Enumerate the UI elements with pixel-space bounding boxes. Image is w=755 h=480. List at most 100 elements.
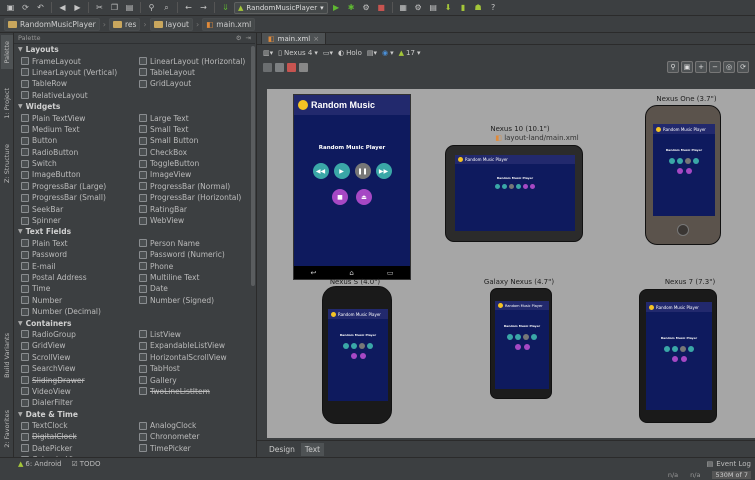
rewind-button[interactable]: ◀◀ — [312, 163, 329, 179]
breadcrumb-layout[interactable]: layout — [149, 17, 193, 31]
tab-text[interactable]: Text — [300, 442, 325, 456]
palette-item[interactable]: SearchView — [14, 363, 132, 374]
tab-android[interactable]: ▲ 6: Android — [18, 460, 62, 468]
nexus10-screen[interactable]: Random Music Player Random Music Player — [455, 155, 575, 231]
palette-item[interactable]: TableRow — [14, 78, 132, 89]
palette-item[interactable]: Plain Text — [14, 238, 132, 249]
sdk-manager-icon[interactable]: ⬇ — [442, 2, 455, 14]
palette-item[interactable]: DialerFilter — [14, 397, 132, 408]
layout-height-icon[interactable] — [275, 62, 284, 72]
palette-item[interactable]: DigitalClock — [14, 431, 132, 442]
tab-structure[interactable]: Z: Structure — [1, 135, 13, 191]
palette-category[interactable]: ▼ Layouts — [14, 44, 250, 56]
forward-icon[interactable]: → — [197, 2, 210, 14]
palette-item[interactable]: Number (Decimal) — [14, 306, 132, 317]
palette-item[interactable]: ImageView — [132, 169, 250, 180]
android-monitor-icon[interactable]: ☗ — [472, 2, 485, 14]
palette-item[interactable]: GridLayout — [132, 78, 250, 89]
play-button[interactable]: ▶ — [333, 163, 350, 179]
zoom-actual-icon[interactable]: ▣ — [681, 61, 693, 73]
run-icon[interactable]: ▶ — [330, 2, 343, 14]
palette-item[interactable]: Small Text — [132, 124, 250, 135]
cut-icon[interactable]: ✂ — [93, 2, 106, 14]
save-icon[interactable]: ▣ — [4, 2, 17, 14]
palette-item[interactable]: Phone — [132, 260, 250, 271]
close-icon[interactable]: × — [313, 35, 319, 43]
memory-indicator[interactable]: 530M of 7 — [712, 471, 751, 479]
main-device-preview[interactable]: Random Music Random Music Player ◀◀ ▶ ❚❚… — [293, 94, 411, 280]
palette-item[interactable]: RelativeLayout — [14, 90, 132, 101]
undo-icon[interactable]: ↶ — [34, 2, 47, 14]
palette-category[interactable]: ▼ Date & Time — [14, 408, 250, 420]
back-icon[interactable]: ↩ — [311, 269, 317, 277]
palette-category[interactable]: ▼ Text Fields — [14, 226, 250, 238]
eject-button[interactable]: ⏏ — [356, 189, 372, 205]
design-canvas[interactable]: Random Music Random Music Player ◀◀ ▶ ❚❚… — [267, 89, 755, 438]
theme-select[interactable]: ◐ Holo — [338, 49, 362, 57]
palette-item[interactable]: RatingBar — [132, 203, 250, 214]
palette-item[interactable]: TimePicker — [132, 443, 250, 454]
layout-width-icon[interactable] — [263, 62, 272, 72]
palette-item[interactable]: Password — [14, 249, 132, 260]
breadcrumb-res[interactable]: res — [108, 17, 141, 31]
fast-forward-button[interactable]: ▶▶ — [375, 163, 392, 179]
palette-item[interactable]: Large Text — [132, 112, 250, 123]
zoom-in-icon[interactable]: + — [695, 61, 707, 73]
tab-build-variants[interactable]: Build Variants — [1, 323, 13, 387]
gear-icon[interactable]: ⚙ — [236, 34, 242, 42]
orientation-select[interactable]: ▭▾ — [323, 49, 333, 57]
palette-item[interactable]: FrameLayout — [14, 55, 132, 66]
activity-select[interactable]: ▤▾ — [367, 49, 377, 57]
palette-item[interactable]: WebView — [132, 215, 250, 226]
palette-item[interactable]: ProgressBar (Horizontal) — [132, 192, 250, 203]
palette-item[interactable]: ProgressBar (Large) — [14, 181, 132, 192]
palette-item[interactable]: TableLayout — [132, 67, 250, 78]
stop-icon[interactable]: ■ — [375, 2, 388, 14]
hide-icon[interactable]: ⇥ — [246, 34, 251, 42]
find-icon[interactable]: ⚲ — [145, 2, 158, 14]
palette-item[interactable]: ListView — [132, 329, 250, 340]
palette-item[interactable]: Plain TextView — [14, 112, 132, 123]
paste-icon[interactable]: ▤ — [123, 2, 136, 14]
palette-item[interactable]: LinearLayout (Vertical) — [14, 67, 132, 78]
remove-icon[interactable] — [299, 62, 308, 72]
palette-item[interactable]: Switch — [14, 158, 132, 169]
palette-item[interactable]: ImageButton — [14, 169, 132, 180]
sync-icon[interactable]: ⟳ — [19, 2, 32, 14]
event-log-button[interactable]: ▤ Event Log — [707, 460, 751, 468]
pause-button[interactable]: ❚❚ — [354, 163, 371, 179]
undo-arrow-icon[interactable]: ◀ — [56, 2, 69, 14]
palette-item[interactable]: E-mail — [14, 260, 132, 271]
palette-item[interactable]: Password (Numeric) — [132, 249, 250, 260]
palette-item[interactable]: Gallery — [132, 374, 250, 385]
nexus-one-screen[interactable]: Random Music Player Random Music Player — [653, 124, 715, 216]
palette-item[interactable]: ExpandableListView — [132, 340, 250, 351]
palette-item[interactable]: Postal Address — [14, 272, 132, 283]
locale-select[interactable]: ◉ ▾ — [382, 49, 394, 57]
make-icon[interactable]: ⇓ — [219, 2, 232, 14]
palette-item[interactable]: ToggleButton — [132, 158, 250, 169]
zoom-fit-icon[interactable]: ⚲ — [667, 61, 679, 73]
run-configuration-select[interactable]: ▲ RandomMusicPlayer ▾ — [234, 1, 328, 14]
palette-item[interactable]: TabHost — [132, 363, 250, 374]
api-level-select[interactable]: ▲ 17 ▾ — [399, 49, 421, 57]
palette-item[interactable]: AnalogClock — [132, 420, 250, 431]
palette-scrollbar[interactable] — [251, 44, 255, 457]
palette-item[interactable]: Spinner — [14, 215, 132, 226]
home-icon[interactable]: ⌂ — [349, 269, 353, 277]
palette-item[interactable]: Chronometer — [132, 431, 250, 442]
zoom-out-icon[interactable]: − — [709, 61, 721, 73]
breadcrumb-file[interactable]: ◧ main.xml — [202, 17, 256, 31]
palette-item[interactable]: Medium Text — [14, 124, 132, 135]
tab-design[interactable]: Design — [265, 443, 299, 456]
device-select[interactable]: ▯ Nexus 4 ▾ — [278, 49, 318, 57]
palette-item[interactable]: HorizontalScrollView — [132, 352, 250, 363]
settings-icon[interactable]: ⚙ — [412, 2, 425, 14]
palette-item[interactable]: RadioButton — [14, 147, 132, 158]
palette-item[interactable]: SeekBar — [14, 203, 132, 214]
debug-icon[interactable]: ✱ — [345, 2, 358, 14]
nexus7-screen[interactable]: Random Music Player Random Music Player — [646, 302, 712, 410]
copy-icon[interactable]: ❐ — [108, 2, 121, 14]
palette-item[interactable]: TextClock — [14, 420, 132, 431]
palette-item[interactable]: Small Button — [132, 135, 250, 146]
